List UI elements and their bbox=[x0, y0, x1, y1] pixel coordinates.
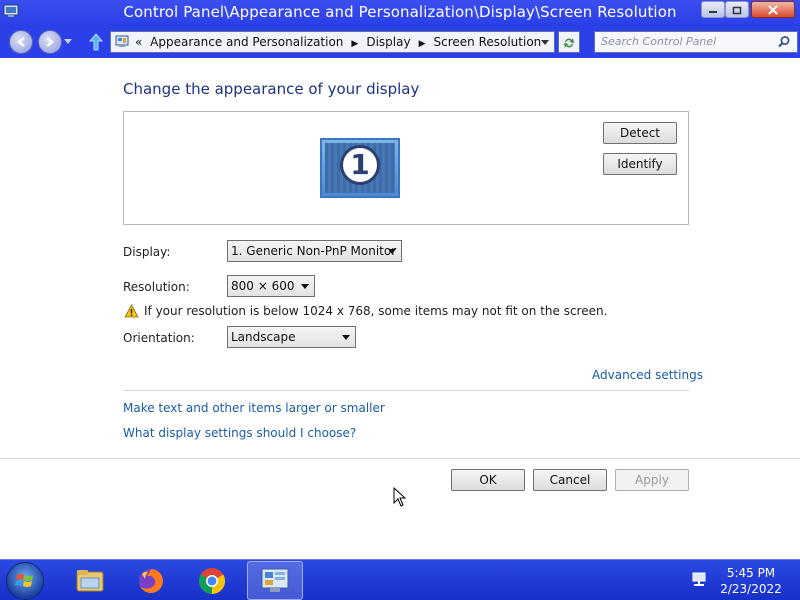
breadcrumb-overflow[interactable]: « bbox=[135, 35, 142, 49]
breadcrumb-separator-icon[interactable]: ▶ bbox=[419, 39, 426, 49]
detect-button[interactable]: Detect bbox=[603, 122, 677, 144]
display-select[interactable]: 1. Generic Non-PnP Monitor bbox=[227, 240, 402, 262]
minimize-icon bbox=[709, 11, 717, 13]
window-titlebar: Control Panel\Appearance and Personaliza… bbox=[0, 0, 800, 26]
address-dropdown-icon[interactable] bbox=[539, 36, 551, 48]
close-icon bbox=[768, 5, 778, 15]
chevron-down-icon bbox=[301, 284, 309, 289]
system-clock[interactable]: 5:45 PM 2/23/2022 bbox=[716, 565, 786, 597]
taskbar: 5:45 PM 2/23/2022 bbox=[0, 559, 800, 600]
orientation-select-value: Landscape bbox=[231, 330, 296, 344]
breadcrumb: « Appearance and Personalization ▶ Display… bbox=[135, 35, 545, 49]
clock-time: 5:45 PM bbox=[726, 566, 776, 580]
breadcrumb-display[interactable]: Display bbox=[366, 35, 410, 49]
control-panel-icon bbox=[261, 568, 289, 592]
breadcrumb-screen-resolution[interactable]: Screen Resolution bbox=[434, 35, 542, 49]
page-title: Change the appearance of your display bbox=[123, 80, 420, 98]
breadcrumb-appearance-and-personalization[interactable]: Appearance and Personalization bbox=[150, 35, 343, 49]
warning-icon bbox=[124, 304, 139, 318]
restore-icon bbox=[732, 6, 742, 15]
start-button[interactable] bbox=[6, 562, 44, 600]
taskbar-chrome[interactable] bbox=[184, 561, 240, 600]
folder-icon bbox=[76, 570, 104, 592]
ok-button[interactable]: OK bbox=[451, 469, 525, 491]
windows-logo-icon bbox=[15, 574, 33, 587]
chevron-down-icon bbox=[342, 335, 350, 340]
orientation-label: Orientation: bbox=[123, 331, 195, 345]
search-icon[interactable] bbox=[777, 35, 791, 49]
monitor-thumbnail[interactable]: 1 bbox=[320, 138, 400, 198]
cancel-button[interactable]: Cancel bbox=[533, 469, 607, 491]
breadcrumb-separator-icon[interactable]: ▶ bbox=[351, 39, 358, 49]
display-help-link[interactable]: What display settings should I choose? bbox=[123, 426, 356, 440]
search-input[interactable]: Search Control Panel bbox=[594, 31, 798, 53]
taskbar-control-panel[interactable] bbox=[247, 561, 303, 600]
orientation-select[interactable]: Landscape bbox=[227, 326, 356, 348]
resolution-select[interactable]: 800 × 600 bbox=[227, 275, 315, 297]
taskbar-firefox[interactable] bbox=[123, 561, 179, 600]
back-arrow-icon bbox=[17, 37, 25, 47]
mouse-cursor-icon bbox=[393, 487, 407, 507]
address-bar[interactable]: « Appearance and Personalization ▶ Display… bbox=[110, 31, 555, 53]
clock-date: 2/23/2022 bbox=[720, 582, 782, 596]
recent-pages-dropdown-icon[interactable] bbox=[64, 39, 72, 45]
taskbar-file-explorer[interactable] bbox=[62, 561, 118, 600]
display-preview-area[interactable]: 1 Detect Identify bbox=[123, 111, 689, 225]
display-select-value: 1. Generic Non-PnP Monitor bbox=[231, 244, 397, 258]
back-button[interactable] bbox=[9, 30, 33, 54]
display-label: Display: bbox=[123, 245, 171, 259]
forward-arrow-icon bbox=[46, 37, 54, 47]
refresh-button[interactable] bbox=[558, 31, 580, 53]
navigation-bar: « Appearance and Personalization ▶ Display… bbox=[0, 26, 800, 58]
footer-divider bbox=[0, 458, 800, 459]
apply-button[interactable]: Apply bbox=[615, 469, 689, 491]
resolution-select-value: 800 × 600 bbox=[231, 279, 295, 293]
section-divider bbox=[123, 390, 689, 391]
search-placeholder: Search Control Panel bbox=[601, 35, 717, 48]
resolution-warning: If your resolution is below 1024 x 768, … bbox=[144, 304, 608, 318]
restore-button[interactable] bbox=[725, 1, 749, 18]
resolution-label: Resolution: bbox=[123, 280, 190, 294]
up-level-icon[interactable] bbox=[88, 32, 104, 52]
content-pane: Change the appearance of your display 1 … bbox=[0, 58, 800, 559]
close-button[interactable] bbox=[751, 1, 795, 18]
monitor-number: 1 bbox=[340, 145, 380, 185]
chevron-down-icon bbox=[388, 249, 396, 254]
firefox-icon bbox=[139, 569, 163, 593]
text-size-link[interactable]: Make text and other items larger or smal… bbox=[123, 401, 385, 415]
identify-button[interactable]: Identify bbox=[603, 153, 677, 175]
window-title: Control Panel\Appearance and Personaliza… bbox=[123, 3, 677, 21]
network-icon[interactable] bbox=[690, 572, 708, 588]
control-panel-icon bbox=[115, 35, 129, 47]
forward-button[interactable] bbox=[38, 30, 62, 54]
advanced-settings-link[interactable]: Advanced settings bbox=[592, 368, 703, 382]
refresh-icon bbox=[564, 38, 574, 48]
minimize-button[interactable] bbox=[701, 1, 725, 18]
chrome-icon bbox=[198, 568, 226, 595]
